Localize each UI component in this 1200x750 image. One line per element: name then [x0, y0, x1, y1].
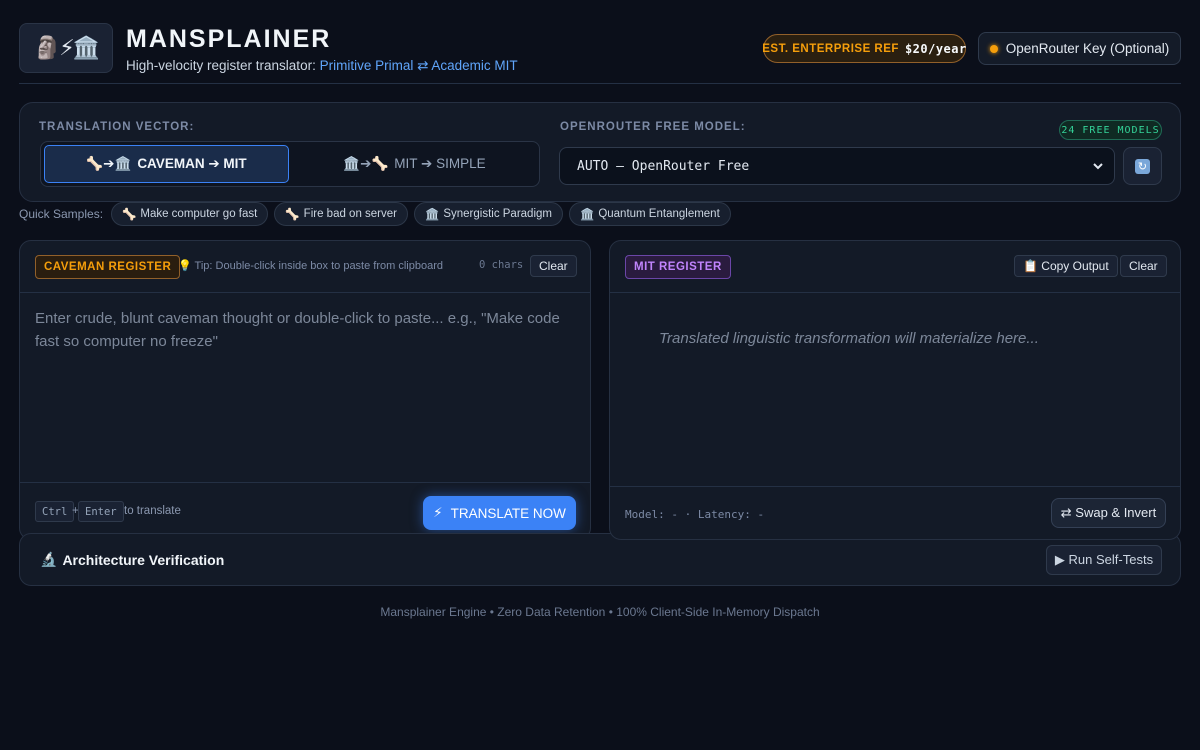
- bone-icon: 🦴: [285, 209, 300, 221]
- vector-option-caveman-mit[interactable]: 🦴➔🏛️ CAVEMAN ➔ MIT: [44, 145, 289, 183]
- mit-register-badge: MIT REGISTER: [625, 255, 731, 279]
- refresh-models-button[interactable]: ↻: [1123, 147, 1162, 185]
- mit-simple-icon: 🏛️➔🦴: [343, 156, 389, 171]
- translate-button[interactable]: ⚡ TRANSLATE NOW: [423, 496, 576, 530]
- enterprise-badge: EST. ENTERPRISE REF $20/year: [762, 34, 967, 63]
- free-models-badge: 24 FREE MODELS: [1059, 120, 1162, 140]
- sample-chip[interactable]: 🏛️ Synergistic Paradigm: [414, 202, 563, 226]
- app-subtitle: High-velocity register translator: Primi…: [126, 58, 518, 74]
- enterprise-price: $20/year: [904, 41, 967, 56]
- subtitle-prefix: High-velocity register translator:: [126, 58, 320, 73]
- lightning-icon: ⚡: [433, 505, 443, 520]
- sample-label: Make computer go fast: [140, 208, 258, 220]
- architecture-bar: 🔬 Architecture Verification ▶ Run Self-T…: [19, 533, 1181, 586]
- refresh-icon: ↻: [1135, 158, 1150, 174]
- model-label: OPENROUTER FREE MODEL:: [560, 121, 746, 133]
- quick-samples-label: Quick Samples:: [19, 207, 104, 221]
- header-divider: [19, 83, 1181, 84]
- sample-label: Synergistic Paradigm: [443, 208, 552, 220]
- sample-chip[interactable]: 🏛️ Quantum Entanglement: [568, 202, 731, 226]
- char-count: 0 chars: [479, 259, 524, 271]
- sample-chip[interactable]: 🦴 Make computer go fast: [111, 202, 269, 226]
- vector-label: TRANSLATION VECTOR:: [39, 121, 195, 133]
- output-panel: MIT REGISTER 📋 Copy Output Clear Transla…: [609, 240, 1181, 540]
- input-panel-footer: Ctrl + Enter to translate ⚡ TRANSLATE NO…: [20, 482, 590, 539]
- selected-model: AUTO — OpenRouter Free: [577, 158, 750, 174]
- sample-chip[interactable]: 🦴 Fire bad on server: [274, 202, 408, 226]
- app-header: 🗿⚡🏛️ MANSPLAINER High-velocity register …: [19, 23, 1181, 73]
- microscope-icon: 🔬: [40, 551, 58, 567]
- status-dot-icon: [989, 44, 998, 53]
- vector-option-mit-simple[interactable]: 🏛️➔🦴 MIT ➔ SIMPLE: [292, 145, 537, 183]
- output-panel-header: MIT REGISTER 📋 Copy Output Clear: [610, 241, 1180, 293]
- logo-emoji: 🗿⚡🏛️: [33, 35, 100, 60]
- quick-samples: Quick Samples: 🦴 Make computer go fast 🦴…: [19, 202, 731, 226]
- architecture-title: 🔬 Architecture Verification: [40, 551, 224, 568]
- clear-output-button[interactable]: Clear: [1120, 255, 1167, 277]
- clear-input-button[interactable]: Clear: [530, 255, 577, 277]
- paste-tip: 💡 Tip: Double-click inside box to paste …: [178, 260, 443, 272]
- run-self-tests-button[interactable]: ▶ Run Self-Tests: [1046, 545, 1162, 575]
- sample-label: Quantum Entanglement: [598, 208, 720, 220]
- caveman-mit-icon: 🦴➔🏛️: [86, 156, 132, 171]
- app-title: MANSPLAINER: [126, 25, 332, 53]
- output-placeholder: Translated linguistic transformation wil…: [659, 330, 1039, 347]
- app-logo: 🗿⚡🏛️: [19, 23, 113, 73]
- architecture-label: Architecture Verification: [62, 551, 225, 568]
- vector-toggle: 🦴➔🏛️ CAVEMAN ➔ MIT 🏛️➔🦴 MIT ➔ SIMPLE: [40, 141, 540, 187]
- page-footer: Mansplainer Engine • Zero Data Retention…: [380, 605, 820, 619]
- openrouter-key-button[interactable]: OpenRouter Key (Optional): [978, 32, 1181, 65]
- chevron-down-icon: [1093, 163, 1103, 170]
- input-textarea[interactable]: Enter crude, blunt caveman thought or do…: [20, 293, 590, 483]
- kbd-enter: Enter: [78, 501, 124, 522]
- building-icon: 🏛️: [425, 209, 440, 221]
- vector-option-label: MIT ➔ SIMPLE: [394, 156, 486, 171]
- caveman-register-badge: CAVEMAN REGISTER: [35, 255, 181, 279]
- model-select[interactable]: AUTO — OpenRouter Free: [559, 147, 1115, 185]
- kbd-hint: to translate: [124, 505, 181, 517]
- control-panel: TRANSLATION VECTOR: 🦴➔🏛️ CAVEMAN ➔ MIT 🏛…: [19, 102, 1181, 202]
- sample-label: Fire bad on server: [303, 208, 397, 220]
- output-panel-footer: Model: - · Latency: - ⇄ Swap & Invert: [610, 486, 1180, 539]
- enterprise-label: EST. ENTERPRISE REF: [762, 42, 899, 55]
- input-panel: CAVEMAN REGISTER 💡 Tip: Double-click ins…: [19, 240, 591, 540]
- building-icon: 🏛️: [579, 209, 595, 221]
- copy-output-button[interactable]: 📋 Copy Output: [1014, 255, 1118, 277]
- input-placeholder: Enter crude, blunt caveman thought or do…: [35, 310, 560, 350]
- input-panel-header: CAVEMAN REGISTER 💡 Tip: Double-click ins…: [20, 241, 590, 293]
- swap-invert-button[interactable]: ⇄ Swap & Invert: [1051, 498, 1166, 528]
- subtitle-highlight: Primitive Primal ⇄ Academic MIT: [319, 58, 518, 73]
- vector-option-label: CAVEMAN ➔ MIT: [137, 156, 247, 171]
- kbd-ctrl: Ctrl: [35, 501, 75, 522]
- model-latency-meta: Model: - · Latency: -: [625, 508, 765, 521]
- bone-icon: 🦴: [122, 209, 137, 221]
- translate-label: TRANSLATE NOW: [450, 505, 566, 521]
- key-button-label: OpenRouter Key (Optional): [1005, 41, 1170, 56]
